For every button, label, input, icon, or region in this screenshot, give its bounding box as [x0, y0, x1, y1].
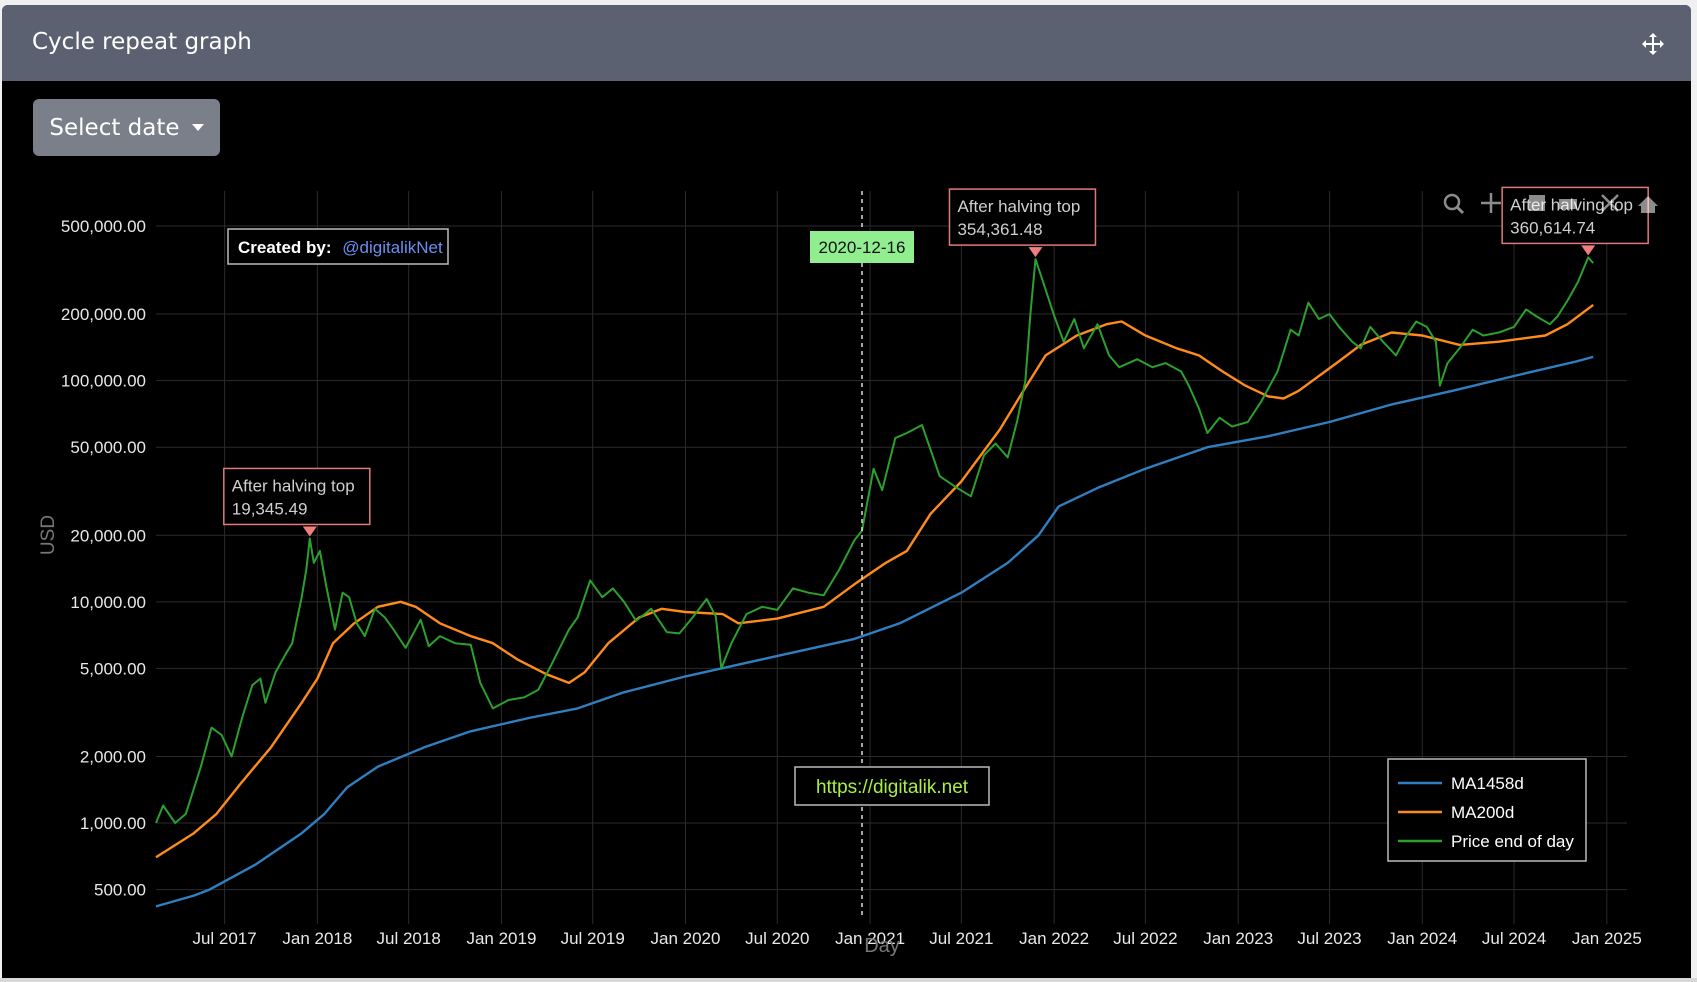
zoom-icon[interactable]: [1443, 193, 1465, 215]
watermark-link[interactable]: https://digitalik.net: [816, 777, 969, 798]
x-tick-label: Jan 2018: [282, 929, 352, 948]
x-tick-label: Jul 2017: [192, 929, 256, 948]
annotation-cycle-2017: After halving top 19,345.49: [223, 467, 371, 537]
y-tick-label: 5,000.00: [80, 659, 146, 678]
watermark-box: https://digitalik.net: [794, 766, 990, 806]
credit-handle-link[interactable]: @digitalikNet: [342, 238, 443, 257]
y-tick-label: 20,000.00: [70, 526, 146, 545]
y-tick-label: 1,000.00: [80, 814, 146, 833]
x-tick-label: Jul 2021: [929, 929, 993, 948]
x-tick-label: Jan 2023: [1203, 929, 1273, 948]
y-tick-label: 10,000.00: [70, 593, 146, 612]
x-tick-label: Jan 2024: [1387, 929, 1457, 948]
zoom-in-icon[interactable]: [1529, 195, 1545, 211]
x-tick-label: Jul 2018: [377, 929, 441, 948]
y-axis-title: USD: [38, 515, 59, 555]
y-tick-labels: 500.00 1,000.00 2,000.00 5,000.00 10,000.00 2…: [61, 217, 146, 900]
zoom-out-icon[interactable]: [1559, 199, 1577, 209]
x-tick-label: Jan 2022: [1019, 929, 1089, 948]
annotation-title: After halving top: [232, 476, 355, 495]
credit-prefix: Created by:: [238, 238, 332, 257]
annotation-arrow: [1581, 245, 1596, 256]
pan-icon[interactable]: [1481, 193, 1501, 213]
x-tick-label: Jan 2020: [651, 929, 721, 948]
annotation-cycle-2021: After halving top 354,361.48: [948, 188, 1097, 258]
vertical-date-marker: 2020-12-16: [809, 191, 914, 916]
y-tick-label: 500,000.00: [61, 217, 146, 236]
annotation-arrow: [1028, 247, 1043, 258]
annotation-value: 19,345.49: [232, 499, 308, 518]
x-tick-label: Jul 2022: [1113, 929, 1177, 948]
chart-card: Cycle repeat graph Select date 500.00 1,0…: [2, 5, 1691, 978]
x-tick-label: Jul 2024: [1482, 929, 1546, 948]
legend: MA1458d MA200d Price end of day: [1387, 758, 1587, 862]
x-tick-label: Jul 2020: [745, 929, 809, 948]
x-tick-label: Jan 2019: [466, 929, 536, 948]
annotation-cycle-2024: After halving top360,614.74: [1501, 186, 1649, 256]
x-axis-title: Day: [864, 935, 900, 957]
x-tick-labels: Jul 2017 Jan 2018 Jul 2018 Jan 2019 Jul 2019…: [192, 929, 1641, 948]
annotation-value: 354,361.48: [957, 220, 1042, 239]
x-tick-label: Jul 2019: [561, 929, 625, 948]
page-bottom-strip: [0, 978, 1697, 982]
legend-label-ma1458d: MA1458d: [1451, 774, 1524, 793]
cycle-chart[interactable]: 500.00 1,000.00 2,000.00 5,000.00 10,000.00 2…: [2, 5, 1691, 978]
credit-box: Created by: @digitalikNet: [227, 228, 449, 265]
series-line-price-end-of-day: [155, 256, 1594, 824]
y-tick-label: 200,000.00: [61, 305, 146, 324]
y-tick-label: 100,000.00: [61, 372, 146, 391]
x-tick-label: Jul 2023: [1297, 929, 1361, 948]
y-tick-label: 500.00: [94, 881, 146, 900]
y-tick-label: 50,000.00: [70, 438, 146, 457]
x-tick-label: Jan 2025: [1572, 929, 1642, 948]
annotation-value: 360,614.74: [1510, 218, 1595, 237]
annotation-title: After halving top: [957, 197, 1080, 216]
legend-label-ma200d: MA200d: [1451, 803, 1514, 822]
series-lines: [155, 256, 1594, 908]
series-line-ma1458d: [155, 355, 1594, 908]
vertical-marker-label: 2020-12-16: [819, 238, 906, 257]
legend-label-price-end-of-day: Price end of day: [1451, 832, 1574, 851]
y-tick-label: 2,000.00: [80, 747, 146, 766]
